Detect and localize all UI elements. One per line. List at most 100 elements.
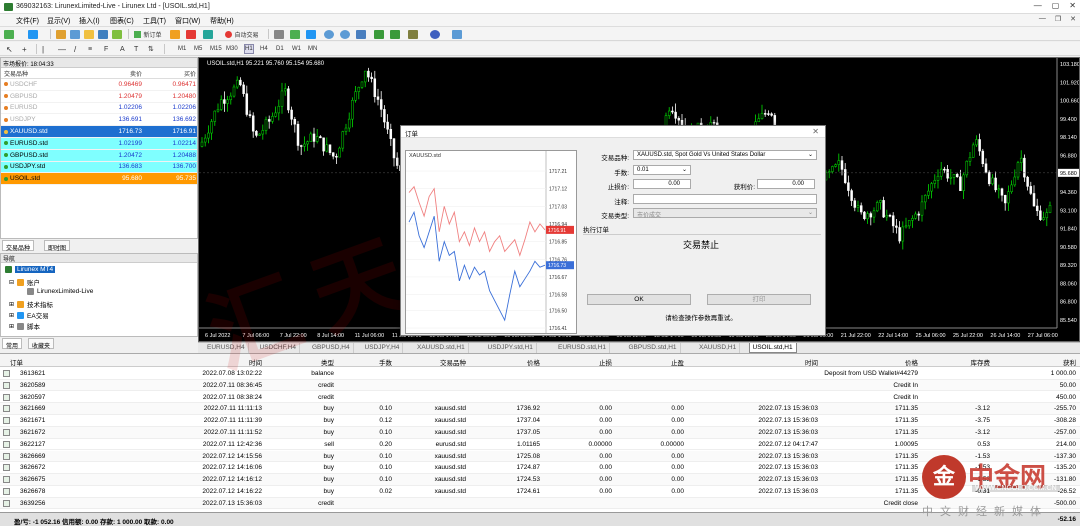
data-window-icon[interactable] bbox=[70, 29, 80, 39]
terminal-col-header[interactable]: 止损 bbox=[599, 357, 612, 367]
history-row[interactable]: 3620597 2022.07.11 08:38:24 credit Credit I… bbox=[0, 392, 1080, 404]
market-watch-icon[interactable] bbox=[56, 29, 66, 39]
terminal-col-header[interactable]: 交易品种 bbox=[440, 357, 466, 367]
history-row[interactable]: 3639256 2022.07.13 15:36:03 credit Credit c… bbox=[0, 497, 1080, 510]
terminal-col-header[interactable]: 价格 bbox=[905, 357, 918, 367]
chart-tab[interactable]: GBPUSD.std,H1 bbox=[626, 343, 681, 353]
menu-window[interactable]: 窗口(W) bbox=[175, 16, 200, 26]
terminal-col-header[interactable]: 类型 bbox=[321, 357, 334, 367]
market-watch-row[interactable]: USDJPY 136.691 136.692 bbox=[1, 114, 197, 127]
chart-tab[interactable]: USDJPY.std,H1 bbox=[485, 343, 537, 353]
tf-m1[interactable]: M1 bbox=[178, 44, 186, 54]
signals-icon[interactable] bbox=[186, 29, 196, 39]
history-row[interactable]: 3626672 2022.07.12 14:16:06 buy 0.10 xauusd.… bbox=[0, 462, 1080, 474]
market-watch-row[interactable]: GBPUSD.std 1.20472 1.20488 bbox=[1, 149, 197, 162]
terminal-col-header[interactable]: 订单 bbox=[10, 357, 23, 367]
tf-m30[interactable]: M30 bbox=[226, 44, 238, 54]
chart-tab[interactable]: XAUUSD,H1 bbox=[696, 343, 741, 353]
market-watch-row[interactable]: USOIL.std 95.680 95.735 bbox=[1, 173, 197, 186]
print-button[interactable]: 打印 bbox=[707, 294, 811, 305]
col-bid[interactable]: 卖价 bbox=[87, 69, 142, 78]
tab-common[interactable]: 常用 bbox=[2, 338, 23, 350]
horizontal-line-icon[interactable]: — bbox=[58, 44, 66, 54]
tf-d1[interactable]: D1 bbox=[276, 44, 284, 54]
chart-tab[interactable]: EURUSD.std,H1 bbox=[555, 343, 611, 353]
history-row[interactable]: 3621669 2022.07.11 11:11:13 buy 0.10 xauusd.… bbox=[0, 403, 1080, 415]
terminal-col-header[interactable]: 时间 bbox=[249, 357, 262, 367]
arrows-icon[interactable]: ⇅ bbox=[148, 44, 154, 54]
history-row[interactable]: 3626669 2022.07.12 14:15:56 buy 0.10 xauusd.… bbox=[0, 450, 1080, 463]
col-symbol[interactable]: 交易品种 bbox=[1, 69, 87, 78]
tile-windows-icon[interactable] bbox=[356, 29, 366, 39]
menu-charts[interactable]: 图表(C) bbox=[110, 16, 134, 26]
dialog-close-button[interactable]: ✕ bbox=[812, 127, 819, 136]
templates-icon[interactable] bbox=[452, 29, 462, 39]
terminal-col-header[interactable]: 止盈 bbox=[671, 357, 684, 367]
menu-file[interactable]: 文件(F) bbox=[16, 16, 39, 26]
market-watch-row[interactable]: XAUUSD.std 1716.73 1716.91 bbox=[1, 126, 197, 138]
nav-scripts[interactable]: ⊞ 脚本 bbox=[9, 321, 40, 331]
mdi-restore-button[interactable]: ❐ bbox=[1055, 15, 1061, 23]
comment-field[interactable] bbox=[633, 194, 817, 204]
menu-help[interactable]: 帮助(H) bbox=[210, 16, 234, 26]
market-watch-row[interactable]: USDCHF 0.96469 0.96471 bbox=[1, 79, 197, 91]
chart-tab[interactable]: XAUUSD.std,H1 bbox=[414, 343, 469, 353]
nav-root[interactable]: Lirunex MT4 bbox=[5, 266, 56, 273]
terminal-col-header[interactable]: 价格 bbox=[527, 357, 540, 367]
tab-tick-chart[interactable]: 即时图 bbox=[44, 240, 71, 252]
chart-tab[interactable]: USDJPY,H4 bbox=[362, 343, 404, 353]
history-row[interactable]: 3622127 2022.07.11 12:42:36 sell 0.20 eurusd… bbox=[0, 439, 1080, 451]
menu-insert[interactable]: 插入(I) bbox=[79, 16, 100, 26]
minimize-button[interactable]: — bbox=[1034, 1, 1042, 10]
maximize-button[interactable]: ▢ bbox=[1052, 1, 1060, 10]
bar-chart-icon[interactable] bbox=[274, 29, 284, 39]
tf-w1[interactable]: W1 bbox=[292, 44, 301, 54]
ea-icon[interactable] bbox=[203, 29, 213, 39]
volume-field[interactable]: 0.01 ⌄ bbox=[633, 165, 691, 175]
mdi-minimize-button[interactable]: — bbox=[1039, 15, 1046, 23]
cursor-icon[interactable]: ↖ bbox=[6, 44, 13, 54]
chart-tab[interactable]: EURUSD,H4 bbox=[204, 343, 249, 353]
crosshair-icon[interactable]: + bbox=[22, 44, 27, 54]
chart-tab[interactable]: GBPUSD,H4 bbox=[309, 343, 354, 353]
nav-accounts[interactable]: ⊟ 账户 bbox=[9, 277, 40, 287]
symbol-select[interactable]: XAUUSD.std, Spot Gold Vs United States D… bbox=[633, 150, 817, 160]
history-row[interactable]: 3626678 2022.07.12 14:16:22 buy 0.02 xauusd.… bbox=[0, 486, 1080, 498]
mdi-close-button[interactable]: ✕ bbox=[1070, 15, 1076, 23]
tab-favorites[interactable]: 收藏夹 bbox=[28, 338, 55, 350]
tf-h1[interactable]: H1 bbox=[244, 44, 254, 54]
new-order-button[interactable]: 新订单 bbox=[132, 29, 164, 39]
history-row[interactable]: 3613621 2022.07.08 13:02:22 balance Deposit… bbox=[0, 368, 1080, 380]
order-type-select[interactable]: 市价成交 ⌄ bbox=[633, 208, 817, 219]
market-watch-row[interactable]: GBPUSD 1.20479 1.20480 bbox=[1, 90, 197, 103]
history-row[interactable]: 3620589 2022.07.11 08:36:45 credit Credit I… bbox=[0, 379, 1080, 392]
terminal-col-header[interactable]: 库存费 bbox=[971, 357, 991, 367]
menu-view[interactable]: 显示(V) bbox=[47, 16, 70, 26]
label-icon[interactable]: T bbox=[134, 44, 138, 54]
market-watch-row[interactable]: EURUSD 1.02206 1.02206 bbox=[1, 102, 197, 115]
profiles-icon[interactable] bbox=[28, 29, 38, 39]
trendline-icon[interactable]: / bbox=[74, 44, 76, 54]
candle-chart-icon[interactable] bbox=[290, 29, 300, 39]
zoom-in-icon[interactable] bbox=[324, 29, 334, 39]
autoscroll-icon[interactable] bbox=[390, 29, 400, 39]
nav-account-item[interactable]: LirunexLimited-Live bbox=[27, 288, 93, 295]
close-button[interactable]: ✕ bbox=[1069, 1, 1076, 10]
history-row[interactable]: 3626675 2022.07.12 14:16:12 buy 0.10 xauusd.… bbox=[0, 474, 1080, 486]
indicators-icon[interactable] bbox=[408, 29, 418, 39]
zoom-out-icon[interactable] bbox=[340, 29, 350, 39]
history-row[interactable]: 3621672 2022.07.11 11:11:52 buy 0.10 xauusd.… bbox=[0, 427, 1080, 439]
nav-experts[interactable]: ⊞ EA交易 bbox=[9, 310, 49, 320]
market-watch-row[interactable]: USDJPY.std 136.683 136.700 bbox=[1, 161, 197, 174]
market-watch-row[interactable]: EURUSD.std 1.02199 1.02214 bbox=[1, 137, 197, 150]
navigator-icon[interactable] bbox=[84, 29, 94, 39]
new-chart-icon[interactable] bbox=[4, 29, 14, 39]
tf-m15[interactable]: M15 bbox=[210, 44, 222, 54]
terminal-col-header[interactable]: 时间 bbox=[805, 357, 818, 367]
col-ask[interactable]: 买价 bbox=[142, 69, 196, 78]
terminal-icon[interactable] bbox=[98, 29, 108, 39]
history-row[interactable]: 3621671 2022.07.11 11:11:39 buy 0.12 xauusd.… bbox=[0, 415, 1080, 427]
terminal-col-header[interactable]: 手数 bbox=[379, 357, 392, 367]
text-icon[interactable]: A bbox=[120, 44, 125, 54]
tf-h4[interactable]: H4 bbox=[260, 44, 268, 54]
